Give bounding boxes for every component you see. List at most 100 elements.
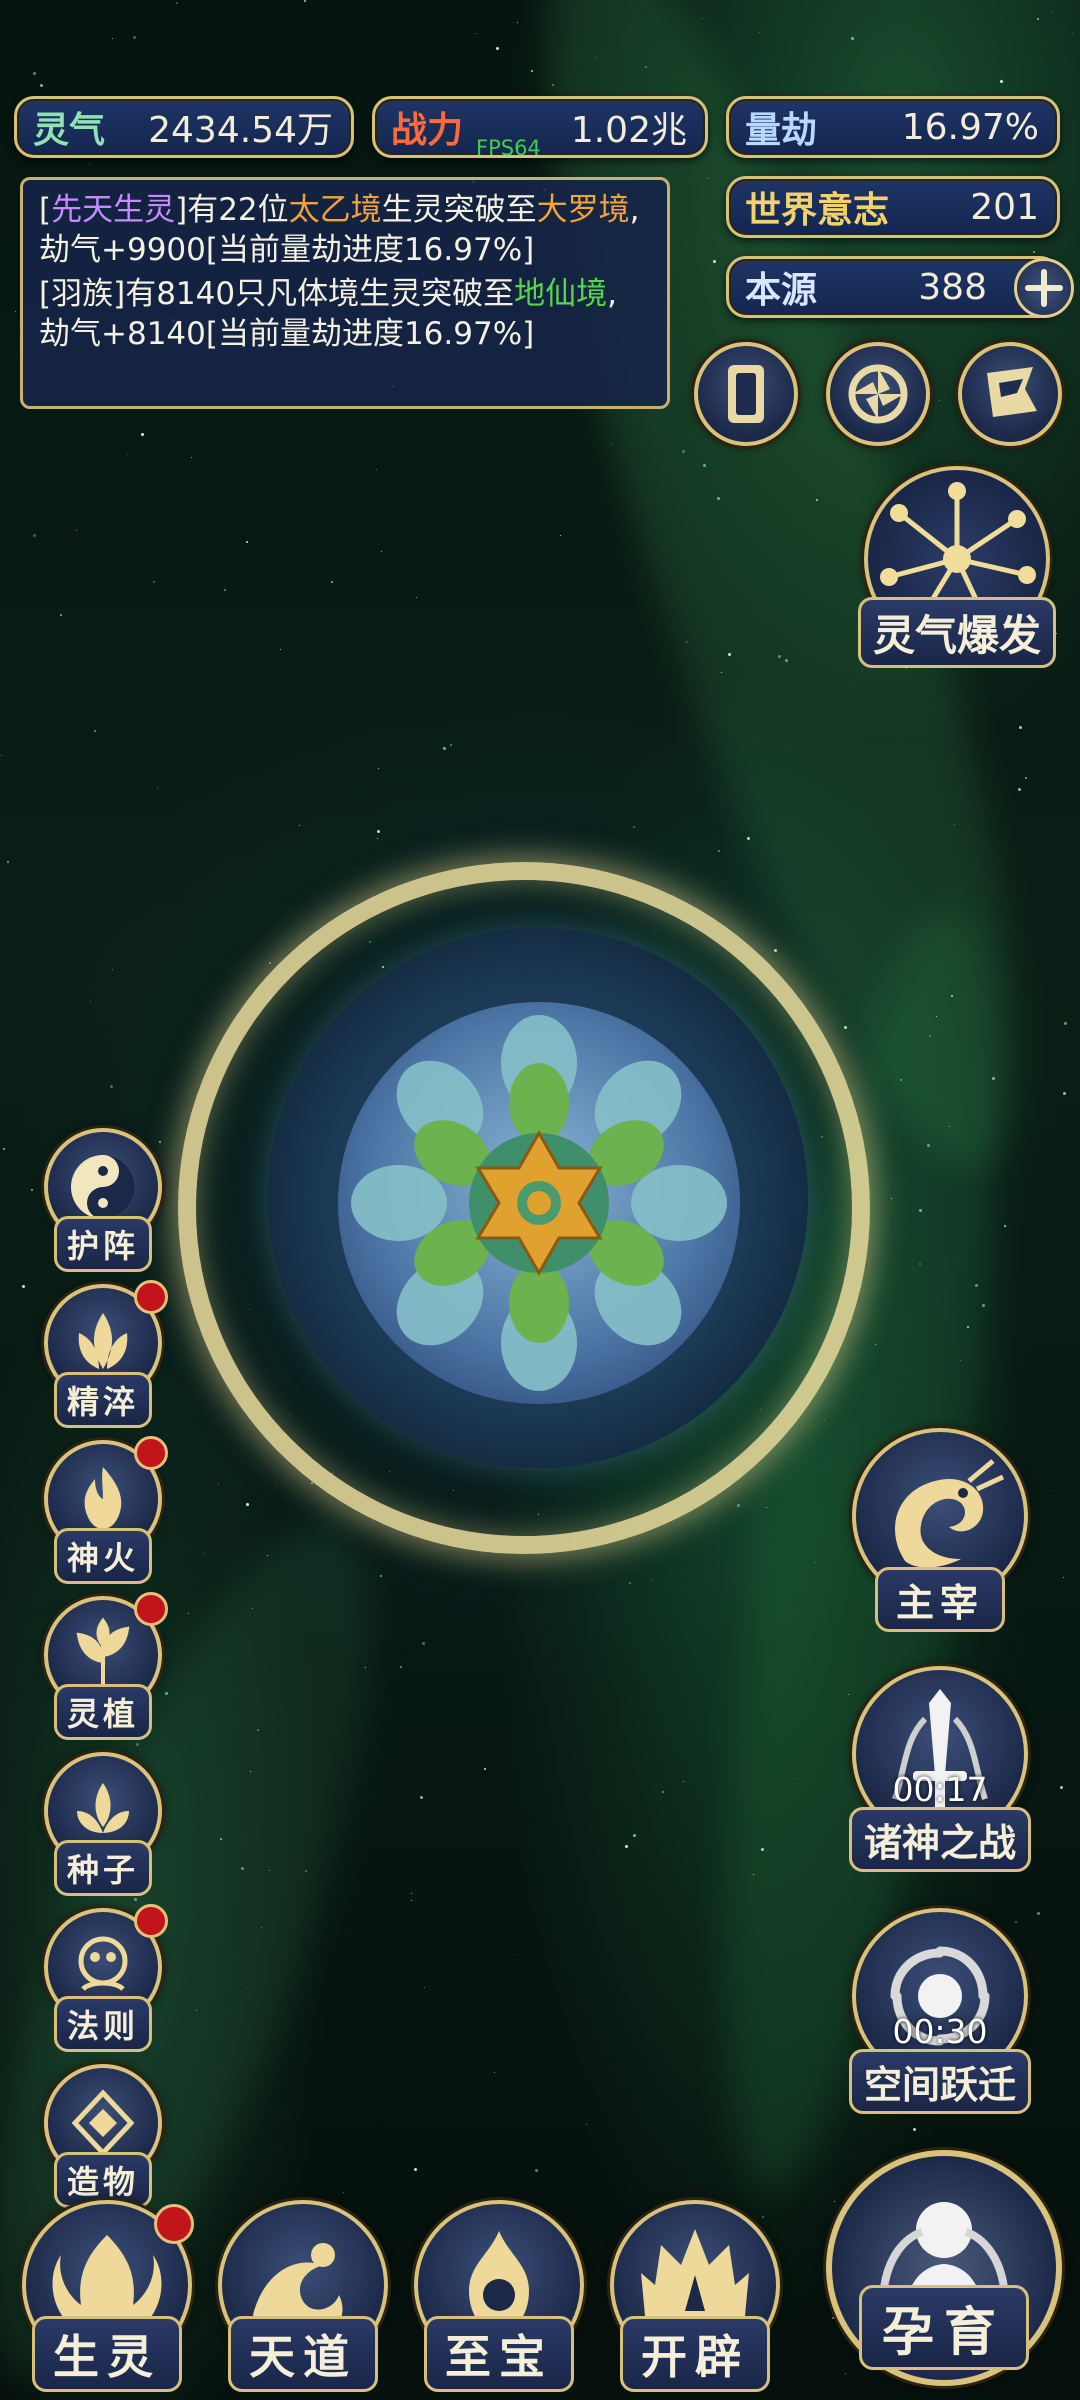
card-button[interactable] <box>694 342 798 446</box>
star <box>1000 80 1003 83</box>
star <box>176 2 178 4</box>
star <box>94 730 96 732</box>
star <box>275 1483 276 1484</box>
hu-zhen-button[interactable]: 护阵 <box>44 1128 162 1272</box>
lingqi-value: 2434.54万 <box>148 110 333 151</box>
star <box>651 1580 652 1581</box>
kong-jian-label: 空间跃迁 <box>848 2049 1032 2114</box>
star <box>832 2317 834 2319</box>
star <box>936 1016 937 1017</box>
star <box>1037 18 1039 20</box>
star <box>1 755 2 756</box>
liangjie-panel: 量劫 16.97% <box>726 96 1060 158</box>
star <box>967 1326 969 1328</box>
star <box>891 1198 892 1199</box>
flag-button[interactable] <box>958 342 1062 446</box>
fa-ze-button[interactable]: 法则 <box>44 1904 168 2052</box>
star <box>400 1666 402 1668</box>
lotus-icon <box>351 1015 727 1391</box>
star <box>761 1848 764 1851</box>
zao-wu-button[interactable]: 造物 <box>44 2064 162 2208</box>
flag-icon <box>987 367 1037 417</box>
star <box>906 668 907 669</box>
star <box>625 1845 628 1848</box>
star <box>702 18 703 19</box>
add-benyuan-button[interactable] <box>1014 258 1074 318</box>
star <box>15 311 16 312</box>
world-planet[interactable] <box>338 1002 740 1404</box>
burst-label: 灵气爆发 <box>857 597 1057 668</box>
zhi-bao-button[interactable]: 至宝 <box>414 2200 584 2392</box>
shen-huo-button[interactable]: 神火 <box>44 1436 168 1584</box>
lingqi-burst-button[interactable]: 灵气爆发 <box>857 466 1057 668</box>
notification-dot <box>134 1592 168 1626</box>
liangjie-value: 16.97% <box>901 106 1039 148</box>
star <box>919 1209 922 1212</box>
star <box>747 837 750 840</box>
yun-yu-button[interactable]: 孕育 <box>826 2150 1062 2386</box>
star <box>420 1796 423 1799</box>
star <box>713 260 716 263</box>
ling-zhi-label: 灵植 <box>53 1684 153 1740</box>
star <box>246 1988 247 1989</box>
jing-cui-button[interactable]: 精淬 <box>44 1280 168 1428</box>
portal-button[interactable] <box>826 342 930 446</box>
star <box>844 1026 847 1029</box>
zhu-shen-label: 诸神之战 <box>848 1807 1032 1872</box>
shijie-value: 201 <box>970 186 1039 228</box>
zhanli-value: 1.02兆 <box>570 110 687 151</box>
tian-dao-label: 天道 <box>228 2316 378 2392</box>
star <box>246 1503 249 1506</box>
log-message-2: [羽族]有8140只凡体境生灵突破至地仙境, 劫气+8140[当前量劫进度16.… <box>39 276 617 352</box>
star <box>797 1778 798 1779</box>
star <box>815 1562 816 1563</box>
kai-pi-button[interactable]: 开辟 <box>610 2200 780 2392</box>
star <box>112 38 113 39</box>
star <box>728 653 731 656</box>
plant-icon <box>76 1617 130 1685</box>
star <box>1072 33 1073 34</box>
star <box>422 1642 425 1645</box>
star <box>927 1144 930 1147</box>
diamond-icon <box>71 2089 135 2157</box>
star <box>414 2168 417 2171</box>
star <box>633 826 635 828</box>
star <box>662 1791 664 1793</box>
star <box>188 1613 189 1614</box>
tian-dao-button[interactable]: 天道 <box>218 2200 388 2392</box>
star <box>982 1304 985 1307</box>
star <box>378 768 379 769</box>
star <box>517 1954 518 1955</box>
star <box>7 861 9 863</box>
star <box>713 2200 714 2201</box>
zhong-zi-button[interactable]: 种子 <box>44 1752 162 1896</box>
ling-zhi-button[interactable]: 灵植 <box>44 1592 168 1740</box>
star <box>913 2128 916 2131</box>
rune-icon <box>78 1936 128 1992</box>
star <box>1063 1577 1064 1578</box>
star <box>552 84 554 86</box>
zhu-shen-button[interactable]: 00:17 诸神之战 <box>848 1666 1032 1872</box>
star <box>629 1582 631 1584</box>
star <box>484 1768 486 1770</box>
star <box>778 655 781 658</box>
star <box>127 454 128 455</box>
star <box>845 2373 846 2374</box>
star <box>411 1893 412 1894</box>
star <box>299 825 300 826</box>
star <box>766 1507 767 1508</box>
star <box>40 84 43 87</box>
star <box>531 70 533 72</box>
star <box>377 830 380 833</box>
star <box>919 1263 921 1265</box>
star <box>224 589 226 591</box>
star <box>416 597 417 598</box>
kong-jian-button[interactable]: 00:30 空间跃迁 <box>848 1908 1032 2114</box>
notification-dot <box>154 2204 194 2244</box>
star <box>365 1667 366 1668</box>
sheng-ling-button[interactable]: 生灵 <box>22 2200 194 2392</box>
kai-pi-label: 开辟 <box>620 2316 770 2392</box>
star <box>269 962 271 964</box>
star <box>683 1781 684 1782</box>
zhu-zai-button[interactable]: 主宰 <box>852 1428 1028 1632</box>
